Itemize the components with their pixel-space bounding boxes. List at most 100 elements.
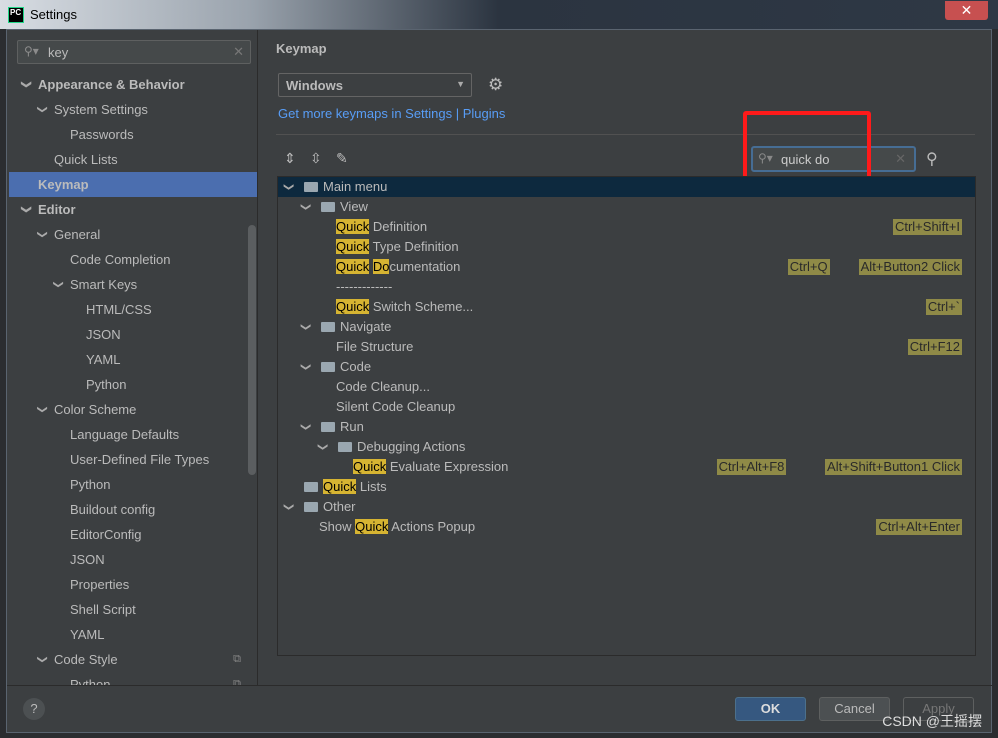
chevron-down-icon[interactable]: ❯: [30, 405, 55, 413]
chevron-down-icon[interactable]: ❯: [295, 363, 315, 371]
sidebar-item-label: Quick Lists: [54, 152, 118, 167]
tree-row[interactable]: ❯ Main menu: [278, 177, 975, 197]
sidebar-item[interactable]: Keymap: [9, 172, 257, 197]
sidebar-item-label: Keymap: [38, 177, 89, 192]
chevron-down-icon[interactable]: ❯: [295, 423, 315, 431]
chevron-down-icon[interactable]: ❯: [14, 205, 39, 213]
tree-row[interactable]: Show Quick Actions Popup Ctrl+Alt+Enter: [278, 517, 975, 537]
sidebar-item-label: JSON: [70, 552, 105, 567]
sidebar-item[interactable]: JSON: [9, 547, 257, 572]
tree-row[interactable]: ❯ Debugging Actions: [278, 437, 975, 457]
tree-row[interactable]: ❯ Navigate: [278, 317, 975, 337]
expand-all-icon[interactable]: ⇕: [284, 150, 296, 167]
collapse-all-icon[interactable]: ⇳: [310, 150, 322, 167]
footer: ? OK Cancel Apply CSDN @王摇摆: [7, 685, 992, 733]
tree-row[interactable]: Quick Switch Scheme... Ctrl+`: [278, 297, 975, 317]
sidebar-item[interactable]: ❯ Editor: [9, 197, 257, 222]
sidebar-scrollbar[interactable]: [248, 225, 256, 475]
sidebar-item-label: Python: [70, 677, 111, 685]
cancel-button[interactable]: Cancel: [819, 697, 890, 721]
tree-row[interactable]: Silent Code Cleanup: [278, 397, 975, 417]
chevron-down-icon[interactable]: ❯: [295, 203, 315, 211]
find-by-shortcut-icon[interactable]: ⚲: [926, 149, 938, 169]
sidebar-item[interactable]: ❯ General: [9, 222, 257, 247]
sidebar-item-label: JSON: [86, 327, 121, 342]
tree-row[interactable]: Quick Documentation Alt+Button2 Click Ctrl…: [278, 257, 975, 277]
chevron-down-icon[interactable]: ❯: [30, 655, 55, 663]
sidebar-item[interactable]: ❯ Color Scheme: [9, 397, 257, 422]
gear-icon[interactable]: ⚙: [488, 75, 503, 95]
sidebar-item[interactable]: Python: [9, 372, 257, 397]
sidebar-item[interactable]: YAML: [9, 347, 257, 372]
shortcut-badge: Alt+Shift+Button1 Click: [825, 459, 962, 475]
sidebar-item-label: Buildout config: [70, 502, 156, 517]
chevron-down-icon[interactable]: ❯: [295, 323, 315, 331]
copy-icon: ⧉: [233, 678, 241, 685]
tree-row[interactable]: Quick Definition Ctrl+Shift+I: [278, 217, 975, 237]
close-button[interactable]: ✕: [945, 1, 988, 20]
tree-row[interactable]: ❯ View: [278, 197, 975, 217]
sidebar-item[interactable]: ❯ Appearance & Behavior: [9, 72, 257, 97]
sidebar-item[interactable]: Language Defaults: [9, 422, 257, 447]
clear-icon[interactable]: ✕: [233, 44, 244, 60]
title-bar: PC Settings ✕: [0, 0, 998, 29]
keymap-selected: Windows: [286, 78, 343, 93]
chevron-down-icon[interactable]: ❯: [278, 503, 298, 511]
settings-search-input[interactable]: ⚲▾ key ✕: [17, 40, 251, 64]
sidebar-item-label: YAML: [86, 352, 121, 367]
edit-icon[interactable]: ✎: [336, 150, 348, 167]
help-button[interactable]: ?: [23, 698, 45, 720]
ok-button[interactable]: OK: [735, 697, 806, 721]
sidebar-item[interactable]: User-Defined File Types: [9, 447, 257, 472]
sidebar-item[interactable]: ❯ Smart Keys: [9, 272, 257, 297]
search-match: Do: [372, 259, 390, 274]
sidebar-item[interactable]: YAML: [9, 622, 257, 647]
chevron-down-icon[interactable]: ❯: [14, 80, 39, 88]
sidebar-item[interactable]: Python: [9, 472, 257, 497]
chevron-down-icon[interactable]: ❯: [278, 183, 298, 191]
chevron-down-icon[interactable]: ❯: [312, 443, 332, 451]
tree-row[interactable]: Quick Lists: [278, 477, 975, 497]
action-label: Navigate: [340, 317, 391, 337]
tree-row[interactable]: ❯ Run: [278, 417, 975, 437]
tree-row[interactable]: ❯ Other: [278, 497, 975, 517]
tree-row[interactable]: Quick Evaluate Expression Alt+Shift+Butto…: [278, 457, 975, 477]
sidebar-item[interactable]: Shell Script: [9, 597, 257, 622]
sidebar-item[interactable]: EditorConfig: [9, 522, 257, 547]
label-text: Show: [319, 519, 356, 534]
tree-row[interactable]: -------------: [278, 277, 975, 297]
tree-row[interactable]: Code Cleanup...: [278, 377, 975, 397]
sidebar-item[interactable]: Quick Lists: [9, 147, 257, 172]
search-match: Quick: [336, 239, 370, 254]
label-text: Other: [323, 499, 356, 514]
action-label: Quick Documentation: [336, 257, 460, 277]
tree-row[interactable]: File Structure Ctrl+F12: [278, 337, 975, 357]
sidebar-item[interactable]: JSON: [9, 322, 257, 347]
tree-row[interactable]: ❯ Code: [278, 357, 975, 377]
chevron-down-icon[interactable]: ❯: [46, 280, 71, 288]
action-label: -------------: [336, 277, 392, 297]
keymap-select[interactable]: Windows ▼: [278, 73, 472, 97]
action-label: Other: [323, 497, 356, 517]
action-label: File Structure: [336, 337, 413, 357]
sidebar-item[interactable]: Code Completion: [9, 247, 257, 272]
sidebar-item[interactable]: Properties: [9, 572, 257, 597]
sidebar-item[interactable]: ❯ Code Style ⧉: [9, 647, 257, 672]
action-label: View: [340, 197, 368, 217]
sidebar-item[interactable]: ❯ System Settings: [9, 97, 257, 122]
sidebar-item[interactable]: Python ⧉: [9, 672, 257, 685]
get-keymaps-link[interactable]: Get more keymaps in Settings | Plugins: [278, 106, 505, 121]
sidebar-item[interactable]: Passwords: [9, 122, 257, 147]
chevron-down-icon: ▼: [456, 79, 465, 89]
sidebar-item-label: Smart Keys: [70, 277, 138, 292]
clear-icon[interactable]: ✕: [895, 151, 906, 167]
label-text: Navigate: [340, 319, 392, 334]
label-text: Code: [340, 359, 372, 374]
chevron-down-icon[interactable]: ❯: [30, 230, 55, 238]
label-text: Silent Code Cleanup: [336, 399, 456, 414]
tree-row[interactable]: Quick Type Definition: [278, 237, 975, 257]
label-text: -------------: [336, 279, 393, 294]
chevron-down-icon[interactable]: ❯: [30, 105, 55, 113]
sidebar-item[interactable]: Buildout config: [9, 497, 257, 522]
sidebar-item[interactable]: HTML/CSS: [9, 297, 257, 322]
